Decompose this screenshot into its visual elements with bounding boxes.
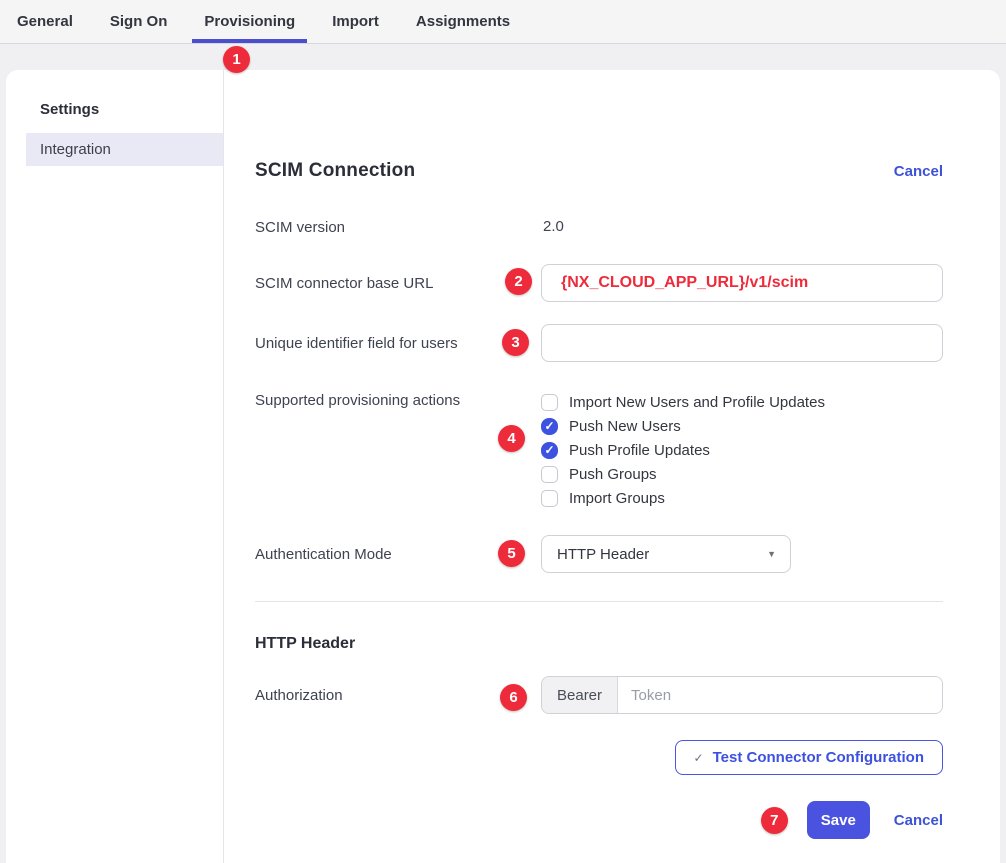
annotation-badge-6: 6 — [500, 684, 527, 711]
annotation-badge-3: 3 — [502, 329, 529, 356]
http-header-section-heading: HTTP Header — [255, 635, 943, 653]
save-button[interactable]: Save — [807, 801, 870, 839]
scim-connection-panel: SCIM Connection Cancel SCIM version 2.0 … — [224, 70, 1000, 863]
scim-version-row: SCIM version 2.0 — [255, 218, 943, 237]
unique-id-input[interactable] — [541, 324, 943, 362]
checkbox-label: Push Profile Updates — [569, 442, 710, 459]
cancel-link-top[interactable]: Cancel — [894, 163, 943, 180]
page-title: SCIM Connection — [255, 160, 415, 182]
checkbox-push-groups[interactable] — [541, 466, 558, 483]
unique-id-label: Unique identifier field for users — [255, 324, 541, 353]
test-connector-button[interactable]: ✓ Test Connector Configuration — [675, 740, 943, 775]
authorization-input-group: Bearer — [541, 676, 943, 714]
authorization-row: Authorization 6 Bearer — [255, 676, 943, 714]
base-url-input[interactable] — [541, 264, 943, 302]
test-connector-button-label: Test Connector Configuration — [713, 749, 924, 766]
checkbox-import-groups[interactable] — [541, 490, 558, 507]
tab-assignments[interactable]: Assignments — [416, 0, 510, 43]
check-icon: ✓ — [694, 751, 704, 765]
settings-sidebar: Settings Integration — [6, 70, 224, 863]
checkbox-row-import-new-users[interactable]: Import New Users and Profile Updates — [541, 390, 943, 414]
auth-mode-select[interactable]: HTTP Header ▼ — [541, 535, 791, 573]
base-url-row: SCIM connector base URL 2 — [255, 264, 943, 302]
base-url-label: SCIM connector base URL — [255, 264, 541, 293]
chevron-down-icon: ▼ — [767, 549, 776, 559]
tab-provisioning[interactable]: Provisioning — [204, 0, 295, 43]
form-actions-row: 7 Save Cancel — [255, 801, 943, 839]
provisioning-card: Settings Integration SCIM Connection Can… — [6, 70, 1000, 863]
annotation-badge-7: 7 — [761, 807, 788, 834]
checkbox-push-new-users[interactable] — [541, 418, 558, 435]
checkbox-row-push-groups[interactable]: Push Groups — [541, 462, 943, 486]
checkbox-label: Import Groups — [569, 490, 665, 507]
tab-sign-on[interactable]: Sign On — [110, 0, 168, 43]
bearer-prefix: Bearer — [542, 677, 618, 713]
checkbox-row-push-new-users[interactable]: Push New Users — [541, 414, 943, 438]
unique-id-row: Unique identifier field for users 3 — [255, 324, 943, 362]
checkbox-label: Push New Users — [569, 418, 681, 435]
tab-import[interactable]: Import — [332, 0, 379, 43]
checkbox-row-push-profile-updates[interactable]: Push Profile Updates — [541, 438, 943, 462]
scim-version-label: SCIM version — [255, 218, 541, 237]
checkbox-import-new-users[interactable] — [541, 394, 558, 411]
checkbox-push-profile-updates[interactable] — [541, 442, 558, 459]
checkbox-row-import-groups[interactable]: Import Groups — [541, 486, 943, 510]
annotation-badge-4: 4 — [498, 425, 525, 452]
provisioning-actions-row: Supported provisioning actions 4 Import … — [255, 389, 943, 510]
authorization-label: Authorization — [255, 676, 541, 705]
sidebar-heading: Settings — [6, 94, 223, 125]
checkbox-label: Import New Users and Profile Updates — [569, 394, 825, 411]
annotation-badge-2: 2 — [505, 268, 532, 295]
annotation-badge-5: 5 — [498, 540, 525, 567]
test-connector-row: ✓ Test Connector Configuration — [255, 740, 943, 775]
app-tab-bar: General Sign On Provisioning Import Assi… — [0, 0, 1006, 44]
provisioning-actions-label: Supported provisioning actions — [255, 389, 541, 410]
sidebar-item-integration[interactable]: Integration — [26, 133, 223, 166]
auth-mode-selected-value: HTTP Header — [557, 546, 649, 563]
checkbox-label: Push Groups — [569, 466, 657, 483]
token-input[interactable] — [618, 677, 942, 713]
section-divider — [255, 601, 943, 602]
panel-header: SCIM Connection Cancel — [255, 160, 943, 182]
tab-general[interactable]: General — [17, 0, 73, 43]
scim-version-value: 2.0 — [541, 218, 564, 235]
annotation-badge-1: 1 — [223, 46, 250, 73]
cancel-button-bottom[interactable]: Cancel — [894, 812, 943, 829]
auth-mode-row: Authentication Mode 5 HTTP Header ▼ — [255, 535, 943, 573]
